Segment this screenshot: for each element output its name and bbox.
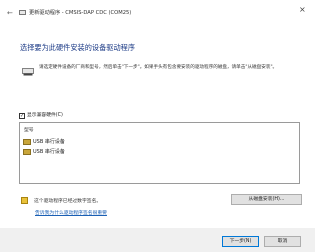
update-driver-dialog: ← 更新驱动程序 - CMSIS-DAP CDC (COM25) × 选择要为此… (0, 0, 315, 252)
list-item-label: USB 串行设备 (33, 139, 65, 145)
show-compatible-checkbox[interactable]: ✓ (19, 113, 25, 119)
page-heading: 选择要为此硬件安装的设备驱动程序 (20, 43, 136, 52)
signing-info-link[interactable]: 告诉我为什么驱动程序签名很重要 (35, 209, 107, 216)
instruction-text: 请选定硬件设备的厂商和型号，然后单击"下一步"。如果手头有包含要安装的驱动程序的… (39, 65, 278, 70)
show-compatible-label[interactable]: 显示兼容硬件(C) (27, 112, 63, 120)
signature-status: 这个驱动程序已经过数字签名。 (34, 199, 102, 204)
title-bar: ← 更新驱动程序 - CMSIS-DAP CDC (COM25) × (0, 0, 315, 24)
signed-shield-icon (21, 197, 28, 204)
back-arrow-icon[interactable]: ← (7, 10, 13, 17)
device-manager-icon (19, 10, 26, 15)
usb-driver-icon (23, 149, 31, 155)
usb-driver-icon (23, 139, 31, 145)
cancel-button[interactable]: 取消 (264, 236, 301, 247)
window-title: 更新驱动程序 - CMSIS-DAP CDC (COM25) (29, 10, 132, 16)
computer-device-icon (22, 68, 34, 76)
close-icon[interactable]: × (299, 5, 306, 14)
model-column-header: 型号 (24, 128, 34, 133)
have-disk-button[interactable]: 从磁盘安装(H)... (231, 194, 302, 205)
next-button[interactable]: 下一步(N) (222, 236, 259, 247)
list-item-label: USB 串行设备 (33, 149, 65, 155)
